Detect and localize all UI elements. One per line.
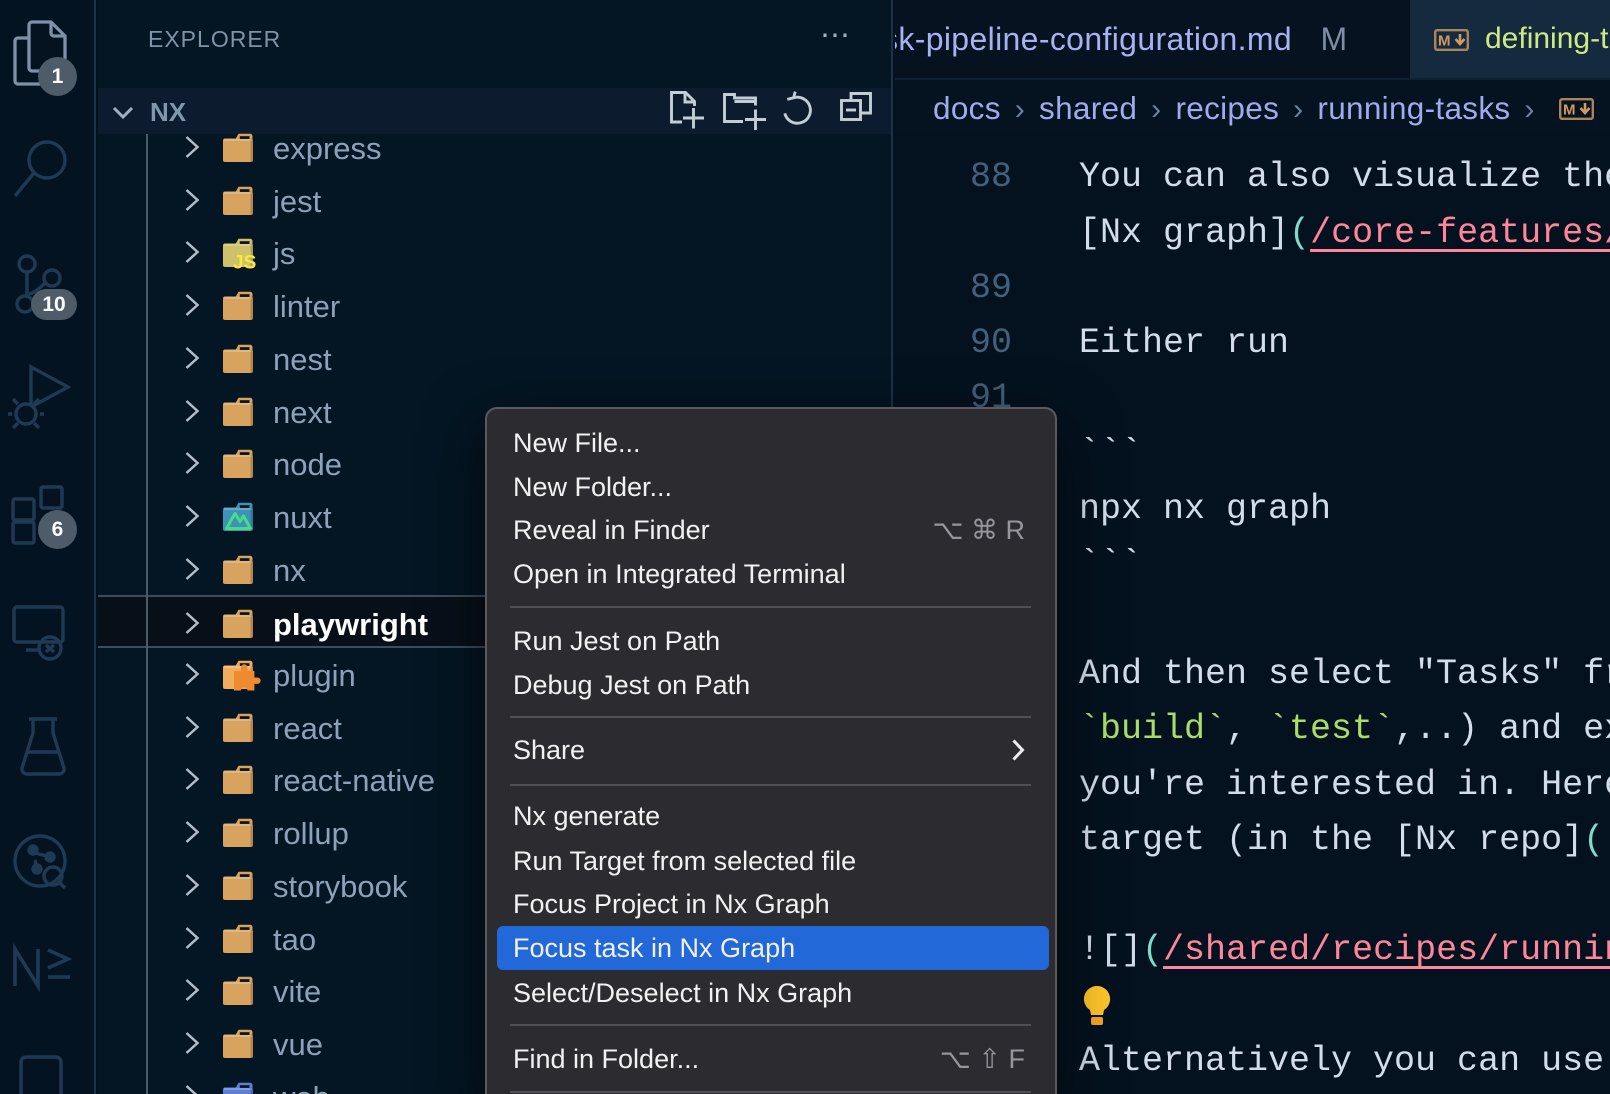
svg-text:M: M xyxy=(1563,102,1576,119)
svg-text:M: M xyxy=(1438,33,1451,50)
svg-text:JS: JS xyxy=(233,253,256,274)
